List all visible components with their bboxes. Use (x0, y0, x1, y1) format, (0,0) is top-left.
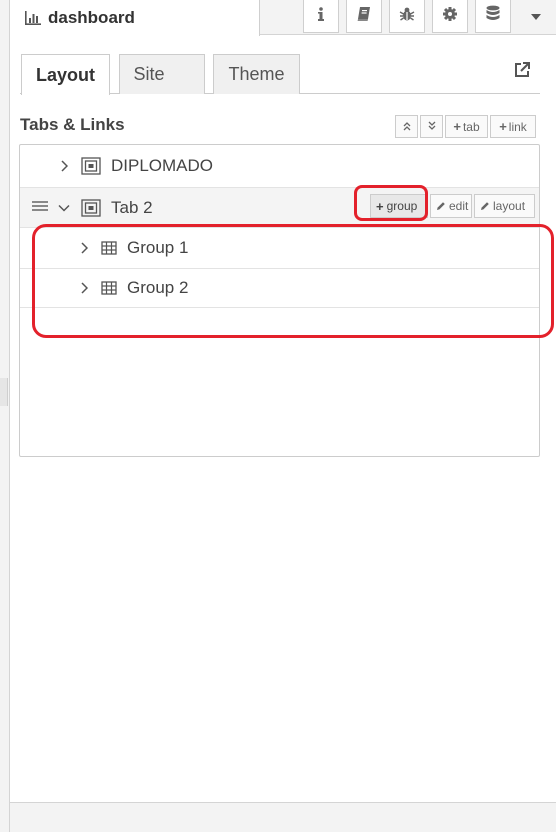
bar-chart-icon (24, 10, 42, 26)
edit-tab-label: edit (449, 199, 469, 213)
settings-button[interactable] (432, 0, 468, 33)
add-link-button[interactable]: + link (490, 115, 536, 138)
add-tab-label: tab (462, 119, 480, 134)
help-button[interactable] (346, 0, 382, 33)
resize-handle[interactable] (0, 378, 8, 406)
collapse-all-button[interactable] (420, 115, 443, 138)
highlight-groups (32, 224, 554, 338)
bug-icon (399, 6, 415, 27)
tab-layout[interactable]: Layout (21, 54, 110, 95)
chevrons-up-icon (402, 120, 412, 134)
sidebar-title-label: dashboard (48, 8, 135, 27)
chevron-right-icon[interactable] (57, 160, 71, 172)
sidebar-tab-dashboard[interactable]: dashboard (10, 0, 260, 36)
chevron-down-icon[interactable] (57, 204, 71, 212)
tab-label: Tab 2 (111, 197, 153, 217)
tab-site[interactable]: Site (119, 54, 205, 94)
sidebar-footer (10, 802, 556, 832)
book-icon (356, 6, 372, 27)
chevrons-down-icon (427, 120, 437, 134)
pencil-icon (436, 201, 446, 211)
tree-row-tab[interactable]: DIPLOMADO (20, 145, 539, 188)
plus-icon: + (499, 119, 507, 134)
edit-tab-button[interactable]: edit (430, 194, 472, 218)
plus-icon: + (453, 119, 461, 134)
tree-toolbar: + tab + link (395, 115, 538, 138)
tree-row-tab[interactable]: Tab 2 + group edit layout (20, 188, 539, 228)
add-tab-button[interactable]: + tab (445, 115, 488, 138)
caret-down-icon (530, 10, 542, 24)
layout-tab-button[interactable]: layout (474, 194, 535, 218)
tab-site-label: Site (133, 64, 165, 84)
debug-button[interactable] (389, 0, 425, 33)
tab-theme-label: Theme (228, 64, 285, 84)
tab-icon (81, 198, 101, 217)
tab-icon (81, 157, 101, 175)
tab-label: DIPLOMADO (111, 156, 214, 175)
tab-theme[interactable]: Theme (213, 54, 300, 94)
open-dashboard-link[interactable] (511, 61, 533, 83)
highlight-add-group (354, 185, 428, 221)
layout-tab-label: layout (493, 199, 526, 213)
context-data-button[interactable] (475, 0, 511, 33)
sidebar-menu-dropdown[interactable] (516, 0, 556, 33)
external-link-icon (513, 61, 531, 84)
dashboard-subtabs: Layout Site Theme (20, 54, 540, 95)
database-icon (485, 5, 501, 28)
pencil-icon (480, 201, 490, 211)
sidebar-header: dashboard (10, 0, 556, 36)
info-icon (316, 6, 326, 27)
section-title: Tabs & Links (20, 115, 125, 134)
tab-layout-label: Layout (35, 64, 95, 85)
expand-all-button[interactable] (395, 115, 418, 138)
add-link-label: link (508, 119, 527, 134)
drag-handle-icon[interactable] (32, 198, 48, 218)
left-edge-strip (0, 0, 10, 832)
gear-icon (442, 6, 458, 27)
info-button[interactable] (303, 0, 339, 33)
